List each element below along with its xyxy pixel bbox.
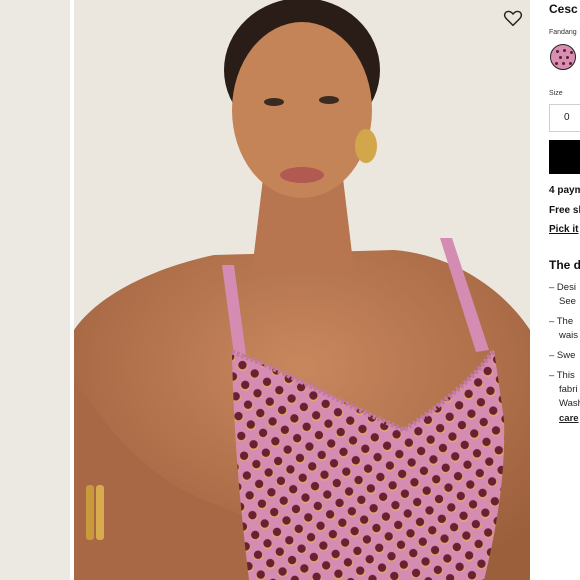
details-bullet-cont: wais: [559, 330, 579, 341]
details-bullet-cont: fabri: [559, 384, 578, 395]
wishlist-button[interactable]: [503, 9, 523, 27]
details-heading: The d: [549, 258, 580, 272]
shipping-info: Free sh: [549, 205, 580, 216]
care-link[interactable]: care: [559, 413, 579, 424]
details-bullet-cont: See: [559, 296, 576, 307]
details-bullet: – The: [549, 316, 574, 327]
product-title: Cesc: [549, 2, 578, 16]
details-bullet: – This: [549, 370, 575, 381]
details-bullet-cont: Wash: [559, 398, 580, 409]
payment-info: 4 paym: [549, 185, 580, 196]
product-photo: [74, 0, 530, 580]
details-bullet: – Desi: [549, 282, 576, 293]
add-to-bag-button[interactable]: [549, 140, 580, 174]
model-illustration: [74, 0, 530, 580]
size-label: Size: [549, 90, 563, 97]
size-option-0[interactable]: 0: [549, 104, 580, 132]
previous-image-thumbnail[interactable]: [0, 0, 70, 580]
details-bullet: – Swe: [549, 350, 576, 361]
heart-icon: [503, 10, 523, 27]
pickup-link[interactable]: Pick it: [549, 224, 578, 235]
color-label: Fandang: [549, 29, 577, 36]
color-swatch[interactable]: [550, 44, 576, 70]
